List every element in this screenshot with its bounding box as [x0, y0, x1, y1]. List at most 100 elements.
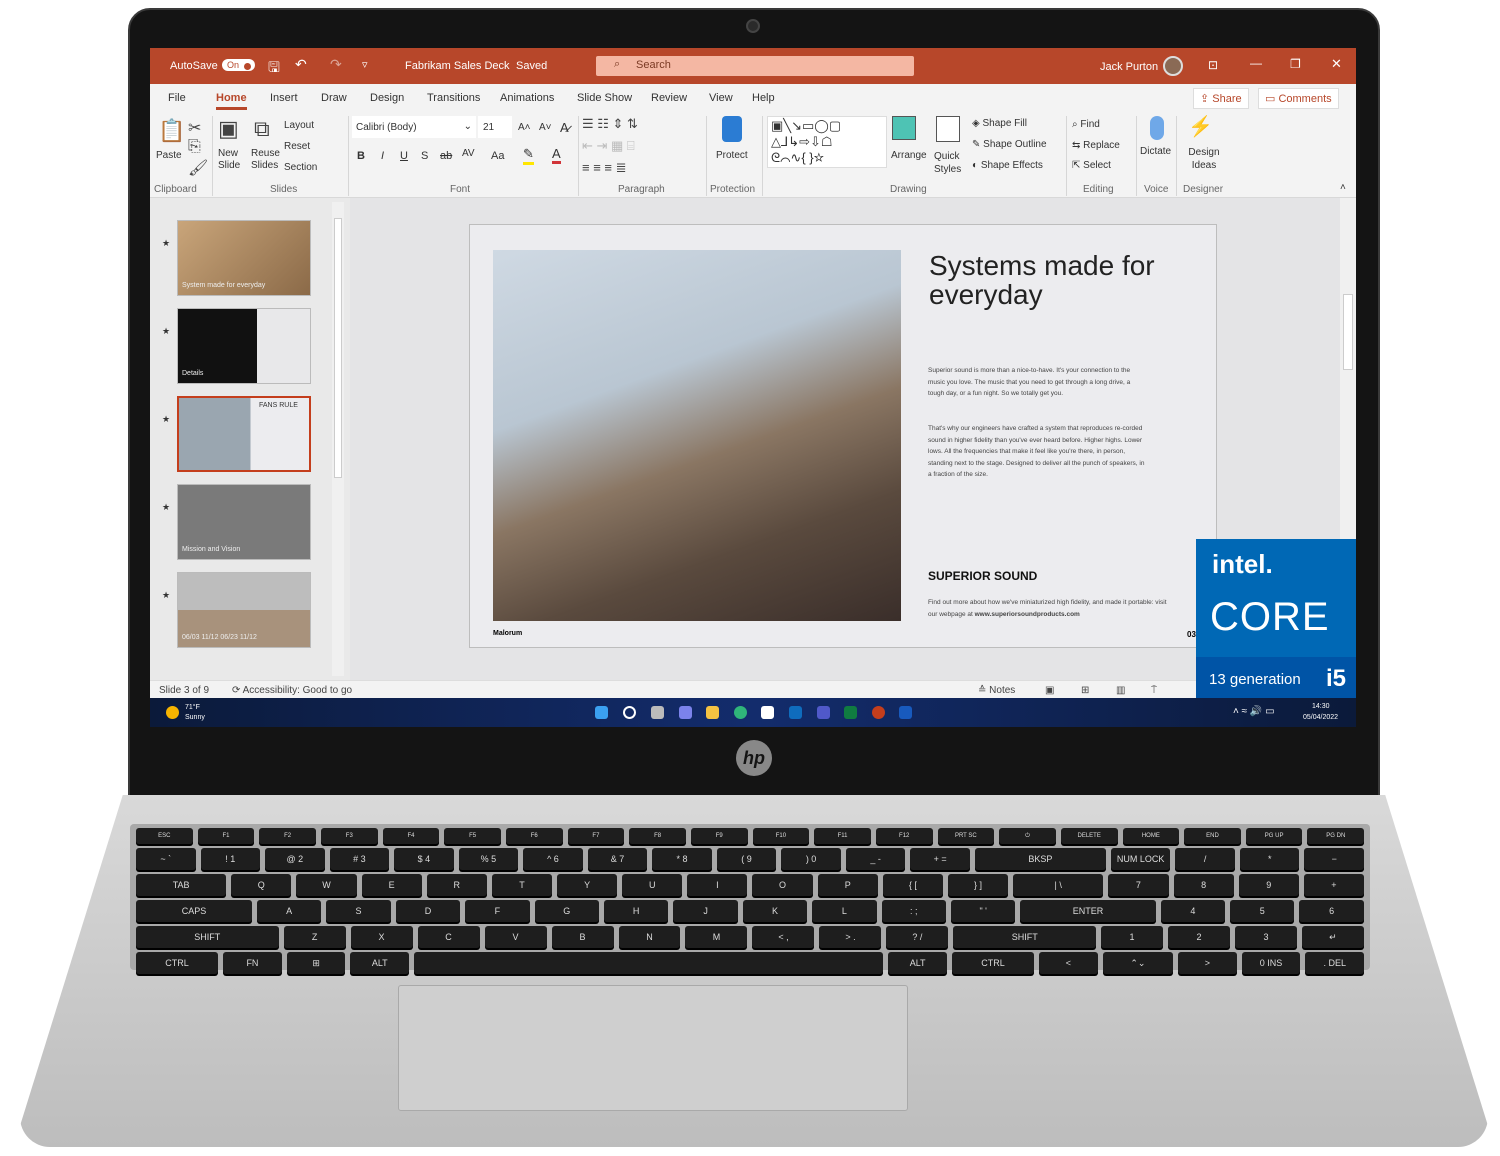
- close-icon[interactable]: ✕: [1331, 56, 1342, 72]
- key[interactable]: TAB: [136, 874, 227, 896]
- layout-button[interactable]: Layout: [284, 120, 314, 131]
- word-icon[interactable]: [899, 706, 912, 719]
- weather-condition[interactable]: Sunny: [185, 714, 205, 721]
- design-ideas-button[interactable]: Design Ideas: [1186, 146, 1222, 172]
- slide-subheading[interactable]: SUPERIOR SOUND: [928, 569, 1037, 583]
- save-icon[interactable]: 🖫: [268, 57, 280, 81]
- key[interactable]: < ,: [752, 926, 815, 948]
- key[interactable]: F12: [875, 828, 933, 844]
- grow-font-icon[interactable]: A˄: [518, 122, 531, 133]
- key[interactable]: CTRL: [136, 952, 219, 974]
- replace-button[interactable]: ⇆ Replace: [1072, 140, 1120, 151]
- key[interactable]: 0 INS: [1241, 952, 1301, 974]
- protect-button[interactable]: Protect: [716, 150, 748, 161]
- shrink-font-icon[interactable]: A˅: [539, 122, 552, 133]
- key[interactable]: −: [1304, 848, 1364, 870]
- clear-format-icon[interactable]: A̷: [560, 120, 569, 135]
- bullets-icon[interactable]: ☰ ☷ ⇕ ⇅: [582, 116, 638, 132]
- shape-outline-button[interactable]: ✎ Shape Outline: [972, 139, 1047, 150]
- key[interactable]: " ': [951, 900, 1016, 922]
- minimize-icon[interactable]: —: [1250, 56, 1262, 70]
- slide-paragraph-1[interactable]: Superior sound is more than a nice-to-ha…: [928, 365, 1148, 400]
- key[interactable]: W: [296, 874, 357, 896]
- tab-help[interactable]: Help: [752, 92, 775, 104]
- key[interactable]: END: [1184, 828, 1241, 844]
- slide-paragraph-2[interactable]: That's why our engineers have crafted a …: [928, 423, 1148, 481]
- tab-design[interactable]: Design: [370, 92, 404, 104]
- strikethrough-button[interactable]: ab: [440, 150, 452, 162]
- key[interactable]: CAPS: [136, 900, 252, 922]
- cut-icon[interactable]: ✂: [188, 118, 201, 138]
- section-button[interactable]: Section: [284, 162, 317, 173]
- font-name-select[interactable]: Calibri (Body) ⌄: [352, 116, 476, 138]
- key[interactable]: N: [618, 926, 681, 948]
- key[interactable]: >: [1178, 952, 1237, 974]
- slide-thumbnail[interactable]: 06/03 11/12 06/23 11/12: [177, 572, 311, 648]
- highlight-icon[interactable]: ✎: [523, 146, 534, 165]
- key[interactable]: } ]: [947, 874, 1009, 896]
- key[interactable]: F: [465, 900, 530, 922]
- change-case-button[interactable]: Aa: [491, 150, 504, 162]
- key[interactable]: L: [812, 900, 877, 922]
- bold-button[interactable]: B: [357, 150, 365, 162]
- new-slide-button[interactable]: New Slide: [218, 148, 248, 172]
- key[interactable]: V: [484, 926, 547, 948]
- notes-button[interactable]: ≙ Notes: [978, 685, 1015, 696]
- slideshow-icon[interactable]: ⍑: [1151, 685, 1157, 696]
- key[interactable]: 5: [1230, 900, 1295, 922]
- key[interactable]: . DEL: [1305, 952, 1365, 974]
- slide-thumbnail[interactable]: Details: [177, 308, 311, 384]
- clock-time[interactable]: 14:30: [1312, 703, 1330, 710]
- key[interactable]: NUM LOCK: [1110, 848, 1171, 870]
- reuse-slides-button[interactable]: Reuse Slides: [251, 148, 281, 172]
- slide-photo[interactable]: [493, 250, 901, 621]
- key[interactable]: $ 4: [394, 848, 454, 870]
- reset-button[interactable]: Reset: [284, 141, 310, 152]
- key[interactable]: D: [395, 900, 461, 922]
- key[interactable]: | \: [1013, 874, 1104, 896]
- tab-insert[interactable]: Insert: [270, 92, 298, 104]
- key[interactable]: B: [551, 926, 614, 948]
- tab-file[interactable]: File: [168, 92, 186, 104]
- comments-button[interactable]: ▭ Comments: [1258, 88, 1339, 109]
- key[interactable]: DELETE: [1060, 828, 1118, 844]
- shadow-button[interactable]: S: [421, 150, 428, 162]
- key[interactable]: ⌃⌄: [1102, 952, 1174, 974]
- key[interactable]: E: [361, 874, 422, 896]
- key[interactable]: ~ `: [136, 848, 196, 870]
- chat-icon[interactable]: [679, 706, 692, 719]
- slide-thumbnail[interactable]: System made for everyday: [177, 220, 311, 296]
- key[interactable]: FN: [223, 952, 282, 974]
- key[interactable]: F9: [690, 828, 748, 844]
- tab-home[interactable]: Home: [216, 92, 247, 110]
- key[interactable]: F1: [197, 828, 255, 844]
- key[interactable]: ! 1: [200, 848, 261, 870]
- key[interactable]: K: [742, 900, 808, 922]
- key[interactable]: F8: [629, 828, 686, 844]
- temperature[interactable]: 71°F: [185, 704, 200, 711]
- key[interactable]: X: [350, 926, 413, 948]
- tab-view[interactable]: View: [709, 92, 733, 104]
- indent-icon[interactable]: ⇤ ⇥ ▦ ⌸: [582, 138, 635, 154]
- key[interactable]: F3: [320, 828, 378, 844]
- user-name[interactable]: Jack Purton: [1100, 61, 1158, 73]
- slide-thumbnail[interactable]: Mission and Vision: [177, 484, 311, 560]
- key[interactable]: ^ 6: [523, 848, 583, 870]
- key[interactable]: T: [491, 874, 553, 896]
- key[interactable]: F4: [382, 828, 440, 844]
- key[interactable]: 9: [1238, 874, 1299, 896]
- accessibility-status[interactable]: ⟳ Accessibility: Good to go: [232, 685, 352, 696]
- italic-button[interactable]: I: [381, 150, 384, 162]
- key[interactable]: 2: [1167, 926, 1230, 948]
- key[interactable]: ? /: [886, 926, 949, 948]
- key[interactable]: 6: [1299, 900, 1364, 922]
- slide[interactable]: Systems made for everyday Superior sound…: [469, 224, 1217, 648]
- key[interactable]: Z: [283, 926, 346, 948]
- store-icon[interactable]: [761, 706, 774, 719]
- key[interactable]: J: [673, 900, 738, 922]
- key[interactable]: > .: [819, 926, 882, 948]
- key[interactable]: ↵: [1301, 926, 1364, 948]
- key[interactable]: F5: [444, 828, 501, 844]
- spacebar-key[interactable]: [414, 952, 884, 974]
- powerpoint-icon[interactable]: [872, 706, 885, 719]
